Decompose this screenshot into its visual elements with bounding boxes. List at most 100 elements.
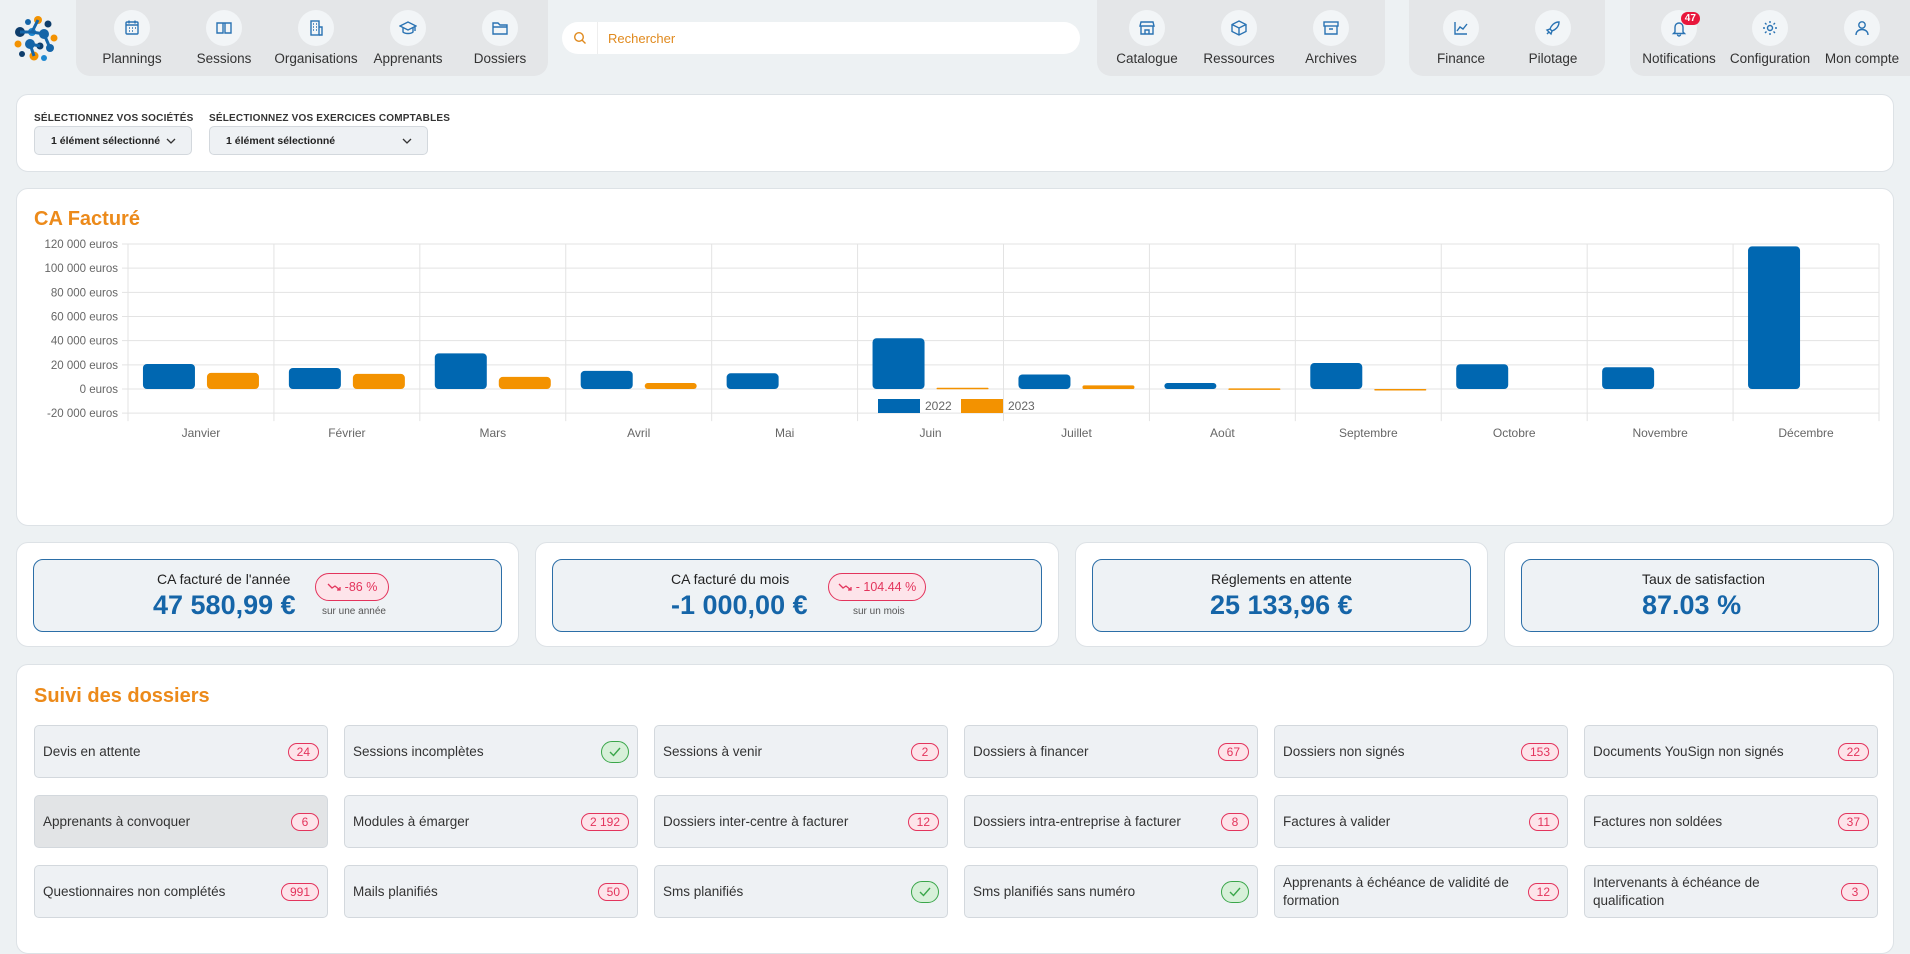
search-bar[interactable] bbox=[562, 22, 1080, 54]
nav-archives[interactable]: Archives bbox=[1285, 10, 1377, 66]
kpi-card-satisfaction: Taux de satisfaction 87.03 % bbox=[1504, 542, 1894, 647]
exercices-select[interactable]: 1 élément sélectionné bbox=[209, 126, 428, 155]
nav-plannings[interactable]: Plannings bbox=[86, 10, 178, 66]
tile-label: Sms planifiés sans numéro bbox=[973, 883, 1136, 899]
bar-2022 bbox=[726, 373, 779, 389]
tile-label: Dossiers à financer bbox=[973, 743, 1089, 759]
suivi-tile[interactable]: Modules à émarger 2 192 bbox=[344, 795, 638, 848]
x-tick-label: Janvier bbox=[182, 426, 221, 440]
kpi-card-reglements: Réglements en attente 25 133,96 € bbox=[1075, 542, 1488, 647]
nav-pilotage[interactable]: Pilotage bbox=[1507, 10, 1599, 66]
kpi-card-annee: CA facturé de l'année 47 580,99 € -86 % … bbox=[16, 542, 519, 647]
societes-label: SÉLECTIONNEZ VOS SOCIÉTÉS bbox=[34, 113, 194, 124]
count-badge: 8 bbox=[1221, 812, 1249, 831]
suivi-tile[interactable]: Devis en attente 24 bbox=[34, 725, 328, 778]
x-tick-label: Juin bbox=[920, 426, 942, 440]
tile-label: Apprenants à échéance de validité de for… bbox=[1283, 874, 1509, 908]
nav-finance[interactable]: Finance bbox=[1415, 10, 1507, 66]
trend-badge: -86 % bbox=[315, 573, 389, 601]
societes-select[interactable]: 1 élément sélectionné bbox=[34, 126, 192, 155]
search-input[interactable] bbox=[598, 30, 1058, 46]
suivi-tile[interactable]: Dossiers non signés 153 bbox=[1274, 725, 1568, 778]
x-tick-label: Août bbox=[1210, 426, 1235, 440]
tile-label: Apprenants à convoquer bbox=[43, 813, 191, 829]
suivi-dossiers-card: Suivi des dossiers Devis en attente 24 Ses… bbox=[16, 664, 1894, 954]
kpi-value: 87.03 % bbox=[1642, 590, 1742, 620]
rocket-icon bbox=[1545, 21, 1560, 36]
suivi-tile[interactable]: Sessions incomplètes bbox=[344, 725, 638, 778]
tile-label: Questionnaires non complétés bbox=[43, 883, 226, 899]
suivi-tile[interactable]: Apprenants à échéance de validité de for… bbox=[1274, 865, 1568, 918]
x-tick-label: Février bbox=[328, 426, 365, 440]
nav-dossiers[interactable]: Dossiers bbox=[454, 10, 546, 66]
book-icon bbox=[216, 22, 232, 34]
trend-down-icon bbox=[838, 583, 852, 591]
suivi-tile[interactable]: Dossiers intra-entreprise à facturer 8 bbox=[964, 795, 1258, 848]
suivi-tile[interactable]: Apprenants à convoquer 6 bbox=[34, 795, 328, 848]
nav-apprenants[interactable]: Apprenants bbox=[362, 10, 454, 66]
count-badge: 153 bbox=[1520, 742, 1559, 761]
bar-2022 bbox=[580, 370, 633, 389]
suivi-tile[interactable]: Intervenants à échéance de qualification… bbox=[1584, 865, 1878, 918]
ca-facture-chart: 120 000 euros 100 000 euros 80 000 euros 60… bbox=[44, 239, 1880, 440]
trend-badge: - 104.44 % bbox=[828, 573, 926, 601]
tile-label: Sessions incomplètes bbox=[353, 743, 484, 759]
nav-notifications[interactable]: 47 Notifications bbox=[1634, 10, 1724, 66]
legend-swatch-2023 bbox=[961, 399, 1003, 413]
tile-label: Sessions à venir bbox=[663, 743, 763, 759]
folder-icon bbox=[492, 22, 508, 35]
suivi-tile[interactable]: Sms planifiés sans numéro bbox=[964, 865, 1258, 918]
suivi-tile[interactable]: Questionnaires non complétés 991 bbox=[34, 865, 328, 918]
kpi-ca-annee[interactable]: CA facturé de l'année 47 580,99 € -86 % … bbox=[33, 559, 502, 632]
nav-ressources[interactable]: Ressources bbox=[1193, 10, 1285, 66]
nav-group-resources: Catalogue Ressources Archives bbox=[1097, 0, 1385, 76]
kpi-value: -1 000,00 € bbox=[671, 590, 808, 620]
bar-2023 bbox=[352, 373, 405, 389]
kpi-label: Taux de satisfaction bbox=[1642, 571, 1765, 587]
check-icon bbox=[601, 740, 629, 763]
y-tick-label: -20 000 euros bbox=[47, 408, 118, 420]
app-logo[interactable] bbox=[10, 12, 62, 64]
bar-2023 bbox=[644, 382, 697, 389]
tile-label: Devis en attente bbox=[43, 743, 141, 759]
nav-mon-compte[interactable]: Mon compte bbox=[1816, 10, 1908, 66]
nav-catalogue[interactable]: Catalogue bbox=[1101, 10, 1193, 66]
user-icon bbox=[1855, 21, 1869, 36]
suivi-tile[interactable]: Mails planifiés 50 bbox=[344, 865, 638, 918]
trend-period: sur une année bbox=[322, 606, 386, 617]
suivi-tile[interactable]: Factures non soldées 37 bbox=[1584, 795, 1878, 848]
legend-label: 2022 bbox=[925, 399, 952, 413]
top-navigation: Plannings Sessions Organisations Apprena… bbox=[0, 0, 1910, 78]
kpi-value: 25 133,96 € bbox=[1210, 590, 1353, 620]
kpi-label: CA facturé du mois bbox=[671, 571, 790, 587]
nav-sessions[interactable]: Sessions bbox=[178, 10, 270, 66]
nav-organisations[interactable]: Organisations bbox=[270, 10, 362, 66]
trend-period: sur un mois bbox=[853, 606, 905, 617]
kpi-reglements[interactable]: Réglements en attente 25 133,96 € bbox=[1092, 559, 1471, 632]
y-tick-label: 60 000 euros bbox=[51, 312, 118, 324]
suivi-tile[interactable]: Dossiers à financer 67 bbox=[964, 725, 1258, 778]
nav-configuration[interactable]: Configuration bbox=[1724, 10, 1816, 66]
bar-2022 bbox=[142, 363, 195, 389]
kpi-ca-mois[interactable]: CA facturé du mois -1 000,00 € - 104.44 … bbox=[552, 559, 1042, 632]
bar-2023 bbox=[936, 387, 989, 390]
count-badge: 2 bbox=[911, 742, 939, 761]
suivi-title: Suivi des dossiers bbox=[34, 685, 210, 707]
bar-2022 bbox=[1456, 364, 1509, 389]
suivi-tile[interactable]: Factures à valider 11 bbox=[1274, 795, 1568, 848]
kpi-label: CA facturé de l'année bbox=[157, 571, 291, 587]
x-tick-label: Octobre bbox=[1493, 426, 1536, 440]
suivi-tile[interactable]: Dossiers inter-centre à facturer 12 bbox=[654, 795, 948, 848]
suivi-tile[interactable]: Documents YouSign non signés 22 bbox=[1584, 725, 1878, 778]
kpi-card-mois: CA facturé du mois -1 000,00 € - 104.44 … bbox=[535, 542, 1059, 647]
archive-icon bbox=[1323, 21, 1339, 35]
kpi-satisfaction[interactable]: Taux de satisfaction 87.03 % bbox=[1521, 559, 1879, 632]
x-tick-label: Mai bbox=[775, 426, 794, 440]
count-badge: 12 bbox=[1527, 882, 1559, 901]
bar-2023 bbox=[1374, 389, 1427, 391]
suivi-tile[interactable]: Sessions à venir 2 bbox=[654, 725, 948, 778]
bar-2022 bbox=[1164, 382, 1217, 389]
graduation-cap-icon bbox=[399, 21, 417, 35]
suivi-tile[interactable]: Sms planifiés bbox=[654, 865, 948, 918]
tile-label: Sms planifiés bbox=[663, 883, 744, 899]
